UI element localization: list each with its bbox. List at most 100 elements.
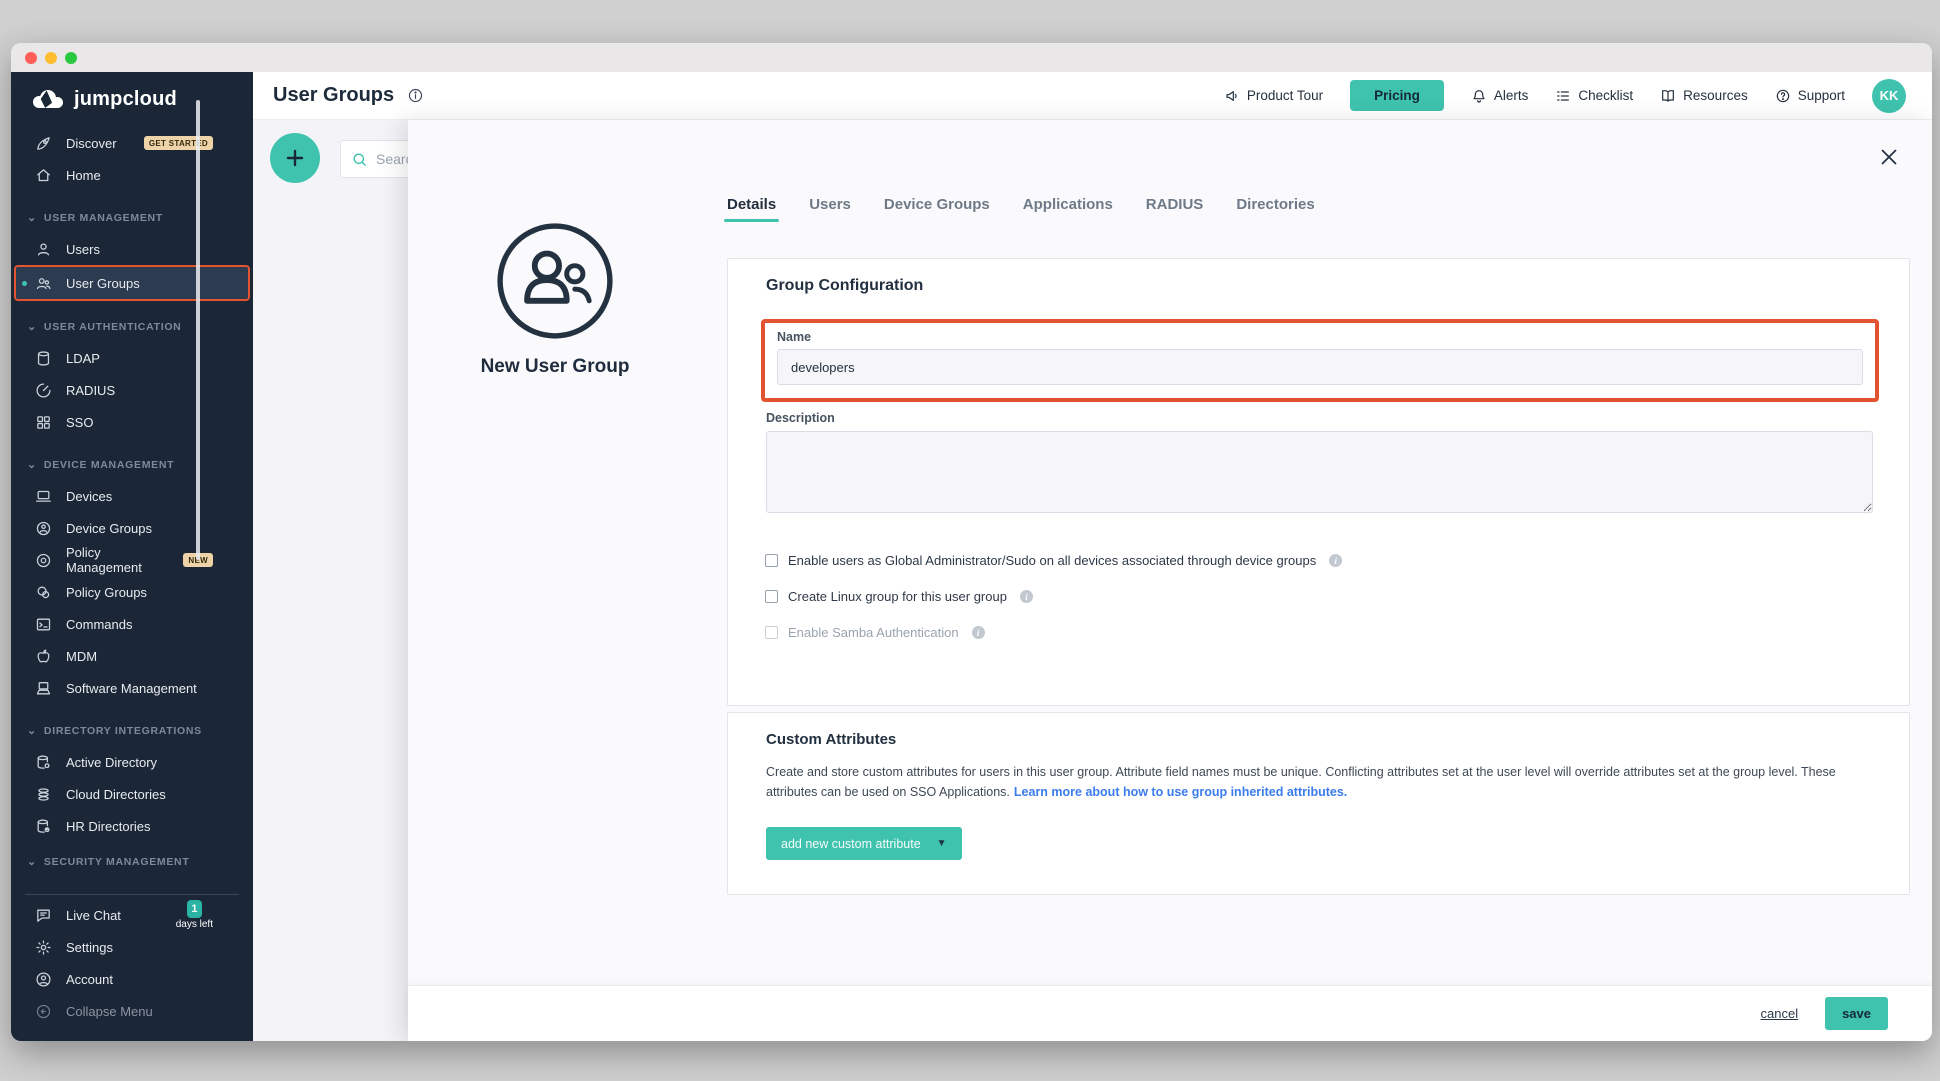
- sidebar-item-active-directory[interactable]: Active Directory: [11, 746, 253, 778]
- sidebar-item-radius[interactable]: RADIUS: [11, 374, 253, 406]
- panel-footer: cancel save: [408, 985, 1932, 1041]
- chat-icon: [35, 907, 52, 924]
- tab-bar: Details Users Device Groups Applications…: [727, 196, 1315, 222]
- question-circle-icon: [1775, 88, 1791, 104]
- active-directory-icon: [35, 754, 52, 771]
- tab-applications[interactable]: Applications: [1023, 196, 1113, 222]
- cancel-button[interactable]: cancel: [1761, 1006, 1799, 1021]
- target-icon: [35, 552, 52, 569]
- tab-directories[interactable]: Directories: [1236, 196, 1314, 222]
- add-custom-attribute-button[interactable]: add new custom attribute ▼: [766, 827, 962, 860]
- sidebar-item-sso[interactable]: SSO: [11, 406, 253, 438]
- sidebar-item-account[interactable]: Account: [11, 963, 253, 995]
- sidebar-item-policy-groups[interactable]: Policy Groups: [11, 576, 253, 608]
- linux-group-checkbox[interactable]: [765, 590, 778, 603]
- jumpcloud-logo[interactable]: jumpcloud: [11, 72, 253, 121]
- close-traffic-light[interactable]: [25, 52, 37, 64]
- sidebar-section-user-authentication[interactable]: ⌄ USER AUTHENTICATION: [11, 312, 253, 342]
- sidebar-item-devices[interactable]: Devices: [11, 480, 253, 512]
- custom-attributes-description: Create and store custom attributes for u…: [766, 763, 1858, 803]
- apple-icon: [35, 648, 52, 665]
- tab-radius[interactable]: RADIUS: [1146, 196, 1204, 222]
- sidebar-item-policy-management[interactable]: Policy Management NEW: [11, 544, 253, 576]
- product-tour-link[interactable]: Product Tour: [1224, 88, 1323, 104]
- gear-icon: [35, 939, 52, 956]
- desktop: jumpcloud Discover GET STARTED Home ⌄ U: [0, 0, 1940, 1081]
- chevron-down-icon: ⌄: [27, 726, 37, 736]
- rocket-icon: [35, 135, 52, 152]
- sidebar-item-commands[interactable]: Commands: [11, 608, 253, 640]
- sidebar-item-software-management[interactable]: Software Management: [11, 672, 253, 704]
- global-admin-checkbox-row: Enable users as Global Administrator/Sud…: [765, 553, 1342, 568]
- sidebar-item-live-chat[interactable]: Live Chat 1 days left: [11, 899, 253, 931]
- save-button[interactable]: save: [1825, 997, 1888, 1030]
- sidebar-item-hr-directories[interactable]: HR Directories: [11, 810, 253, 842]
- info-icon[interactable]: [407, 87, 424, 104]
- global-admin-checkbox[interactable]: [765, 554, 778, 567]
- sidebar-section-user-management[interactable]: ⌄ USER MANAGEMENT: [11, 203, 253, 233]
- laptop-icon: [35, 488, 52, 505]
- sidebar-nav: Discover GET STARTED Home ⌄ USER MANAGEM…: [11, 121, 253, 892]
- info-icon[interactable]: i: [1329, 554, 1342, 567]
- group-configuration-card: Group Configuration Name Description: [727, 258, 1910, 706]
- description-textarea[interactable]: [766, 431, 1873, 513]
- alerts-link[interactable]: Alerts: [1471, 88, 1529, 104]
- radius-dial-icon: [35, 382, 52, 399]
- name-field-highlight: Name: [761, 319, 1879, 402]
- resources-link[interactable]: Resources: [1660, 88, 1748, 104]
- policy-groups-icon: [35, 584, 52, 601]
- sidebar-section-device-management[interactable]: ⌄ DEVICE MANAGEMENT: [11, 450, 253, 480]
- window-titlebar: [11, 43, 1932, 72]
- sidebar-item-discover[interactable]: Discover GET STARTED: [11, 127, 253, 159]
- trial-days-badge: 1 days left: [176, 900, 213, 930]
- sidebar-item-mdm[interactable]: MDM: [11, 640, 253, 672]
- megaphone-icon: [1224, 88, 1240, 104]
- top-header: User Groups Product Tour Pricing Alerts: [253, 72, 1932, 120]
- sidebar-item-home[interactable]: Home: [11, 159, 253, 191]
- user-group-avatar-icon: [492, 218, 618, 344]
- section-heading: Custom Attributes: [766, 731, 896, 748]
- grid-icon: [35, 414, 52, 431]
- sidebar-item-device-groups[interactable]: Device Groups: [11, 512, 253, 544]
- info-icon[interactable]: i: [1020, 590, 1033, 603]
- plus-icon: [283, 146, 307, 170]
- minimize-traffic-light[interactable]: [45, 52, 57, 64]
- cloud-logo-icon: [31, 89, 65, 111]
- sidebar-item-users[interactable]: Users: [11, 233, 253, 265]
- sidebar-section-security-management[interactable]: ⌄ SECURITY MANAGEMENT: [11, 854, 253, 870]
- info-icon[interactable]: i: [972, 626, 985, 639]
- section-heading: Group Configuration: [766, 277, 923, 295]
- sidebar-divider: [25, 894, 239, 895]
- name-input[interactable]: [777, 349, 1863, 385]
- tab-users[interactable]: Users: [809, 196, 851, 222]
- pricing-button[interactable]: Pricing: [1350, 80, 1444, 111]
- tab-device-groups[interactable]: Device Groups: [884, 196, 990, 222]
- caret-down-icon: ▼: [937, 838, 947, 849]
- search-icon: [351, 151, 368, 168]
- chevron-down-icon: ⌄: [27, 322, 37, 332]
- device-group-icon: [35, 520, 52, 537]
- checklist-link[interactable]: Checklist: [1555, 88, 1633, 104]
- panel-title: New User Group: [425, 356, 685, 378]
- sidebar-item-collapse-menu[interactable]: Collapse Menu: [11, 995, 253, 1027]
- tab-details[interactable]: Details: [727, 196, 776, 222]
- samba-auth-checkbox[interactable]: [765, 626, 778, 639]
- sidebar-item-ldap[interactable]: LDAP: [11, 342, 253, 374]
- learn-more-link[interactable]: Learn more about how to use group inheri…: [1014, 785, 1347, 799]
- page-title: User Groups: [273, 84, 394, 107]
- database-icon: [35, 350, 52, 367]
- account-icon: [35, 971, 52, 988]
- sidebar-item-settings[interactable]: Settings: [11, 931, 253, 963]
- sidebar-item-cloud-directories[interactable]: Cloud Directories: [11, 778, 253, 810]
- close-button[interactable]: [1876, 144, 1902, 170]
- sidebar-item-user-groups[interactable]: User Groups: [15, 266, 249, 300]
- linux-group-checkbox-row: Create Linux group for this user group i: [765, 589, 1342, 604]
- sidebar-section-directory-integrations[interactable]: ⌄ DIRECTORY INTEGRATIONS: [11, 716, 253, 746]
- add-user-group-button[interactable]: [270, 133, 320, 183]
- header-actions: Product Tour Pricing Alerts Checklist: [1224, 79, 1906, 113]
- avatar[interactable]: KK: [1872, 79, 1906, 113]
- support-link[interactable]: Support: [1775, 88, 1845, 104]
- chevron-down-icon: ⌄: [27, 213, 37, 223]
- sidebar-scrollbar[interactable]: [196, 100, 200, 560]
- zoom-traffic-light[interactable]: [65, 52, 77, 64]
